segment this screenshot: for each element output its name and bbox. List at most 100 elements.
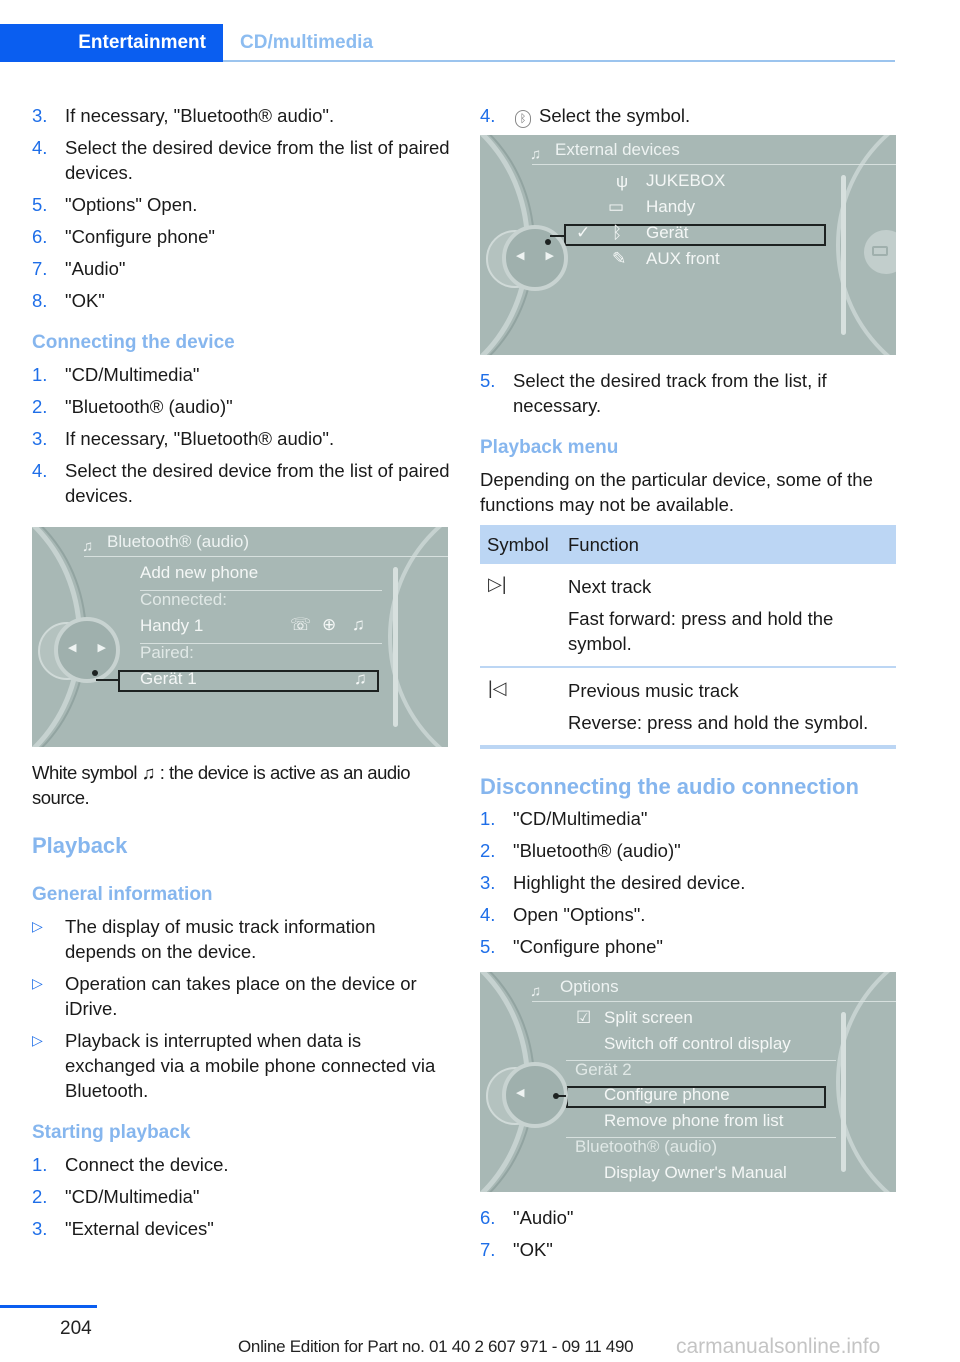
table-row: |◁ Previous music track Reverse: press a… [480, 668, 896, 749]
section-tab: Entertainment [0, 24, 223, 62]
list-item: 3. Highlight the desired device. [480, 870, 896, 895]
subsection-tab: CD/multimedia [240, 32, 374, 53]
music-note-icon: ♫ [354, 669, 367, 688]
scrollbar [393, 567, 398, 727]
phone-icon: ☏ [290, 615, 312, 634]
option-remove-phone: Remove phone from list [604, 1111, 784, 1130]
connected-label: Connected: [140, 590, 227, 609]
connecting-heading: Connecting the device [32, 332, 235, 353]
step-number: 4. [480, 105, 496, 126]
bullet-text: Operation can takes place on the device … [65, 973, 417, 1019]
step-text: Select the symbol. [539, 105, 691, 126]
music-note-icon: ♫ [352, 615, 365, 634]
right-column: 4. ᛒ Select the symbol. ♫ External devices… [480, 103, 896, 1269]
right-arrow-icon: ▶ [97, 642, 106, 654]
list-item: ▷ Playback is interrupted when data is ex… [32, 1028, 450, 1103]
step-text: If necessary, "Bluetooth® audio". [65, 428, 335, 449]
step-text: Select the desired device from the list … [65, 460, 450, 506]
edition-note: Online Edition for Part no. 01 40 2 607 … [238, 1337, 634, 1356]
list-item: 1. "CD/Multimedia" [32, 362, 450, 387]
selection-box [564, 224, 826, 246]
step-text: "Audio" [65, 258, 126, 279]
function-cell: Next track Fast forward: press and hold … [568, 574, 896, 656]
step-number: 1. [32, 364, 48, 385]
option-owners-manual: Display Owner's Manual [604, 1163, 787, 1182]
column-header-function: Function [568, 533, 639, 555]
step5-list: 5. Select the desired track from the list… [480, 368, 896, 418]
title-rule [532, 164, 896, 165]
step-text: Connect the device. [65, 1154, 229, 1175]
steps-list-top: 3. If necessary, "Bluetooth® audio". 4. Se… [32, 103, 450, 313]
device-item: JUKEBOX [646, 171, 726, 190]
step-number: 3. [32, 105, 48, 126]
step-number: 2. [480, 840, 496, 861]
step-number: 7. [480, 1239, 496, 1260]
list-item: 5. "Configure phone" [480, 934, 896, 959]
step-number: 4. [480, 904, 496, 925]
list-item: 5. Select the desired track from the list… [480, 368, 896, 418]
step-number: 5. [480, 370, 496, 391]
step-text: "OK" [65, 290, 105, 311]
step-text: "Configure phone" [513, 936, 663, 957]
pointer-line [96, 679, 118, 681]
step-number: 4. [32, 460, 48, 481]
step-text: "Bluetooth® (audio)" [65, 396, 233, 417]
bluetooth-icon: ᛒ [515, 110, 531, 128]
menu-item-add-new-phone: Add new phone [140, 563, 259, 582]
function-title: Previous music track [568, 680, 739, 701]
list-item: 4. ᛒ Select the symbol. [480, 103, 896, 128]
options-icon: ♫ [530, 983, 542, 1000]
list-item: 2. "CD/Multimedia" [32, 1184, 450, 1209]
external-devices-screenshot: ♫ External devices ψ JUKEBOX ▭ Handy ✓ ᛒ… [480, 135, 896, 355]
function-description: Fast forward: press and hold the symbol. [568, 608, 834, 654]
pointer-dot [92, 670, 98, 676]
starting-steps: 1. Connect the device. 2. "CD/Multimedia" … [32, 1152, 450, 1241]
left-arrow-icon: ◀ [516, 1087, 525, 1099]
list-item: 2. "Bluetooth® (audio)" [480, 838, 896, 863]
bluetooth-audio-label: Bluetooth® (audio) [575, 1137, 718, 1156]
list-item: 3. "External devices" [32, 1216, 450, 1241]
list-item: 4. Select the desired device from the lis… [32, 458, 450, 508]
step-number: 1. [32, 1154, 48, 1175]
playback-heading: Playback [32, 833, 128, 858]
column-header-symbol: Symbol [487, 533, 549, 555]
list-item: 7. "Audio" [32, 256, 450, 281]
pointer-line [550, 235, 565, 237]
table-row: ▷| Next track Fast forward: press and ho… [480, 564, 896, 668]
scrollbar [841, 175, 846, 335]
bluetooth-icon: ᛒ [612, 223, 623, 242]
device-item: Handy [646, 197, 696, 216]
step-number: 6. [32, 226, 48, 247]
music-note-icon: ♫ [141, 762, 156, 783]
list-item: 7. "OK" [480, 1237, 896, 1262]
usb-icon: ψ [616, 172, 629, 191]
bullet-triangle-icon: ▷ [32, 1032, 43, 1048]
step-number: 6. [480, 1207, 496, 1228]
pointer-dot [545, 239, 551, 245]
step-text: Highlight the desired device. [513, 872, 746, 893]
step-text: "CD/Multimedia" [65, 1186, 200, 1207]
step-text: "Bluetooth® (audio)" [513, 840, 681, 861]
playback-menu-intro: Depending on the particular device, some… [480, 469, 873, 515]
bullet-triangle-icon: ▷ [32, 918, 43, 934]
media-icon: ♫ [82, 538, 94, 555]
scrollbar [841, 1012, 846, 1172]
step-text: Select the desired device from the list … [65, 137, 450, 183]
step-number: 5. [480, 936, 496, 957]
step-number: 8. [32, 290, 48, 311]
option-split-screen: Split screen [604, 1008, 693, 1027]
list-item: 6. "Audio" [480, 1205, 896, 1230]
list-item: 8. "OK" [32, 288, 450, 313]
media-icon: ♫ [530, 146, 542, 163]
left-arrow-icon: ◀ [68, 642, 77, 654]
left-arrow-icon: ◀ [516, 250, 525, 262]
connecting-steps: 1. "CD/Multimedia" 2. "Bluetooth® (audio)"… [32, 362, 450, 508]
page-header: Entertainment CD/multimedia [0, 24, 895, 62]
function-cell: Previous music track Reverse: press and … [568, 678, 896, 735]
function-description: Reverse: press and hold the symbol. [568, 712, 869, 733]
list-item: 3. If necessary, "Bluetooth® audio". [32, 426, 450, 451]
general-info-heading: General information [32, 884, 213, 905]
list-item: 5. "Options" Open. [32, 192, 450, 217]
connected-device: Handy 1 [140, 616, 204, 635]
phone-cradle-icon: ▭ [608, 197, 625, 216]
